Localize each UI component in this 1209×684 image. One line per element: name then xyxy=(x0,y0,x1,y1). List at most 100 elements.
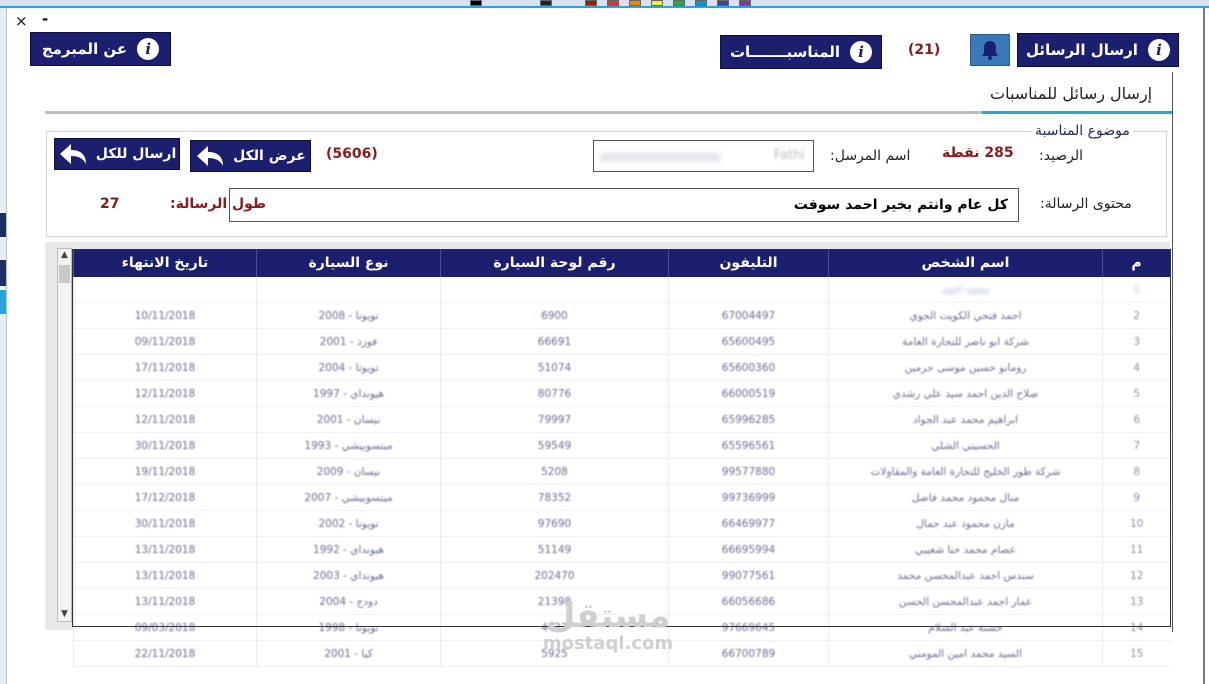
message-length-value: 27 xyxy=(100,196,120,212)
cell-person-name: ابراهيم محمد عبد الجواد xyxy=(828,406,1103,433)
table-row[interactable]: 6 ابراهيم محمد عبد الجواد 65996285 79997 نيس… xyxy=(73,406,1171,433)
occasions-label: المناسبـــــــات xyxy=(729,43,841,61)
table-row[interactable]: 12 سندس احمد عبدالمحسن محمد 99077561 202470… xyxy=(73,562,1171,589)
cell-phone: 66000519 xyxy=(668,380,829,407)
cell-expiry-date xyxy=(73,277,257,303)
minimize-button[interactable]: - xyxy=(42,10,48,28)
column-header-number[interactable]: م xyxy=(1102,249,1171,277)
cell-plate-number: 79997 xyxy=(440,406,669,433)
section-divider xyxy=(45,111,1172,114)
cell-phone: 66469977 xyxy=(668,510,829,537)
occasions-count: (21) xyxy=(908,42,941,58)
send-to-all-button[interactable]: ارسال للكل xyxy=(54,138,180,170)
cell-person-name: احمد فتحي الكويت الجوي xyxy=(828,302,1103,329)
bell-icon xyxy=(982,41,998,60)
grid-vertical-scrollbar[interactable]: ▲ ▼ xyxy=(57,248,72,622)
section-vertical-line xyxy=(1172,72,1173,632)
back-arrow-icon xyxy=(59,144,86,164)
message-length-label: طول الرسالة: xyxy=(170,196,267,212)
cell-phone: 97669645 xyxy=(668,614,829,641)
cell-car-type: ميتسوبيشي - 1993 xyxy=(256,432,441,459)
window-right-border xyxy=(1203,8,1205,684)
cell-person-name: سندس احمد عبدالمحسن محمد xyxy=(828,562,1103,589)
table-row[interactable]: 9 منال محمود محمد فاضل 99736999 78352 ميتسوب… xyxy=(73,484,1171,511)
table-row[interactable]: 1 محمد احمد xyxy=(73,277,1171,303)
table-row[interactable]: 4 رومانو حسين موسى حرمين 65600360 51074 تويو… xyxy=(73,354,1171,381)
cell-car-type: كيا - 2001 xyxy=(256,640,441,667)
column-header-car-type[interactable]: نوع السيارة xyxy=(256,249,441,277)
cell-phone: 66056686 xyxy=(668,588,829,615)
back-arrow-icon xyxy=(197,146,224,166)
cell-car-type xyxy=(256,277,441,303)
cell-expiry-date: 09/11/2018 xyxy=(73,328,257,355)
message-content-input[interactable] xyxy=(229,188,1019,222)
cell-number: 6 xyxy=(1102,406,1171,433)
table-row[interactable]: 3 شركة ابو ناصر للتجارة العامة 65600495 666… xyxy=(73,328,1171,355)
cell-expiry-date: 09/03/2018 xyxy=(73,614,257,641)
table-row[interactable]: 7 الحسيني الشلي 65596561 59549 ميتسوبيشي - 1… xyxy=(73,432,1171,459)
cell-phone: 66700789 xyxy=(668,640,829,667)
watermark-latin: mostaql.com xyxy=(542,633,674,654)
cell-expiry-date: 30/11/2018 xyxy=(73,510,257,537)
cell-plate-number: 66691 xyxy=(440,328,669,355)
show-all-button[interactable]: عرض الكل xyxy=(190,140,311,172)
chevron-down-icon[interactable]: ▼ xyxy=(58,608,71,621)
cell-car-type: ميتسوبيشي - 2007 xyxy=(256,484,441,511)
notifications-button[interactable] xyxy=(970,34,1010,66)
cell-expiry-date: 22/11/2018 xyxy=(73,640,257,667)
table-row[interactable]: 10 مازن محمود عبد جمال 66469977 97690 تويوتا… xyxy=(73,510,1171,537)
cell-expiry-date: 19/11/2018 xyxy=(73,458,257,485)
cell-phone: 99736999 xyxy=(668,484,829,511)
close-button[interactable]: × xyxy=(15,12,28,30)
cell-car-type: نيسان - 2001 xyxy=(256,406,441,433)
cell-plate-number: 5208 xyxy=(440,458,669,485)
cell-expiry-date: 12/11/2018 xyxy=(73,406,257,433)
cell-number: 7 xyxy=(1102,432,1171,459)
cell-car-type: تويوتا - 2004 xyxy=(256,354,441,381)
cell-car-type: هيونداي - 1997 xyxy=(256,380,441,407)
cell-person-name: مازن محمود عبد جمال xyxy=(828,510,1103,537)
cell-person-name: رومانو حسين موسى حرمين xyxy=(828,354,1103,381)
cell-expiry-date: 17/11/2018 xyxy=(73,354,257,381)
cell-person-name: منال محمود محمد فاضل xyxy=(828,484,1103,511)
cell-number: 14 xyxy=(1102,614,1171,641)
send-messages-nav-button[interactable]: i ارسال الرسائل xyxy=(1017,33,1179,67)
chevron-up-icon[interactable]: ▲ xyxy=(58,249,71,262)
cell-plate-number: 78352 xyxy=(440,484,669,511)
cell-plate-number: 51074 xyxy=(440,354,669,381)
cell-expiry-date: 12/11/2018 xyxy=(73,380,257,407)
scrollbar-thumb[interactable] xyxy=(59,265,70,283)
cell-plate-number: 6900 xyxy=(440,302,669,329)
send-messages-label: ارسال الرسائل xyxy=(1026,41,1138,59)
cell-car-type: دودج - 2004 xyxy=(256,588,441,615)
cell-car-type: نيسان - 2009 xyxy=(256,458,441,485)
form-legend: موضوع المناسبة xyxy=(1032,123,1133,139)
table-row[interactable]: 8 شركة طور الخليج للتجارة العامة والمقاول… xyxy=(73,458,1171,485)
cell-person-name: عمار احمد عبدالمحسن الحسن xyxy=(828,588,1103,615)
cell-car-type: تويوتا - 2002 xyxy=(256,510,441,537)
cell-person-name: حسنة عبد السلام xyxy=(828,614,1103,641)
cell-phone: 99077561 xyxy=(668,562,829,589)
column-header-plate-number[interactable]: رقم لوحة السيارة xyxy=(440,249,669,277)
cell-number: 3 xyxy=(1102,328,1171,355)
cell-number: 5 xyxy=(1102,380,1171,407)
cell-plate-number: 51149 xyxy=(440,536,669,563)
table-row[interactable]: 5 صلاح الدين احمد سيد علي رشدي 66000519 807… xyxy=(73,380,1171,407)
show-all-label: عرض الكل xyxy=(233,148,306,164)
column-header-expiry-date[interactable]: تاريخ الانتهاء xyxy=(73,249,257,277)
column-header-phone[interactable]: التليفون xyxy=(668,249,829,277)
cell-phone: 67004497 xyxy=(668,302,829,329)
cell-number: 2 xyxy=(1102,302,1171,329)
occasions-nav-button[interactable]: i المناسبـــــــات xyxy=(720,35,882,69)
sender-name-field[interactable]: Fathi xyxy=(593,140,814,172)
about-label: عن المبرمج xyxy=(41,40,128,58)
about-programmer-button[interactable]: i عن المبرمج xyxy=(30,32,171,66)
section-title: إرسال رسائل للمناسبات xyxy=(990,84,1153,103)
records-count: (5606) xyxy=(326,146,378,162)
info-icon: i xyxy=(137,38,160,60)
cell-phone: 65996285 xyxy=(668,406,829,433)
column-header-person-name[interactable]: اسم الشخص xyxy=(828,249,1103,277)
table-row[interactable]: 11 عصام محمد حنا شعيبي 66695994 51149 هيوندا… xyxy=(73,536,1171,563)
table-row[interactable]: 2 احمد فتحي الكويت الجوي 67004497 6900 تويوت… xyxy=(73,302,1171,329)
cell-phone: 99577880 xyxy=(668,458,829,485)
